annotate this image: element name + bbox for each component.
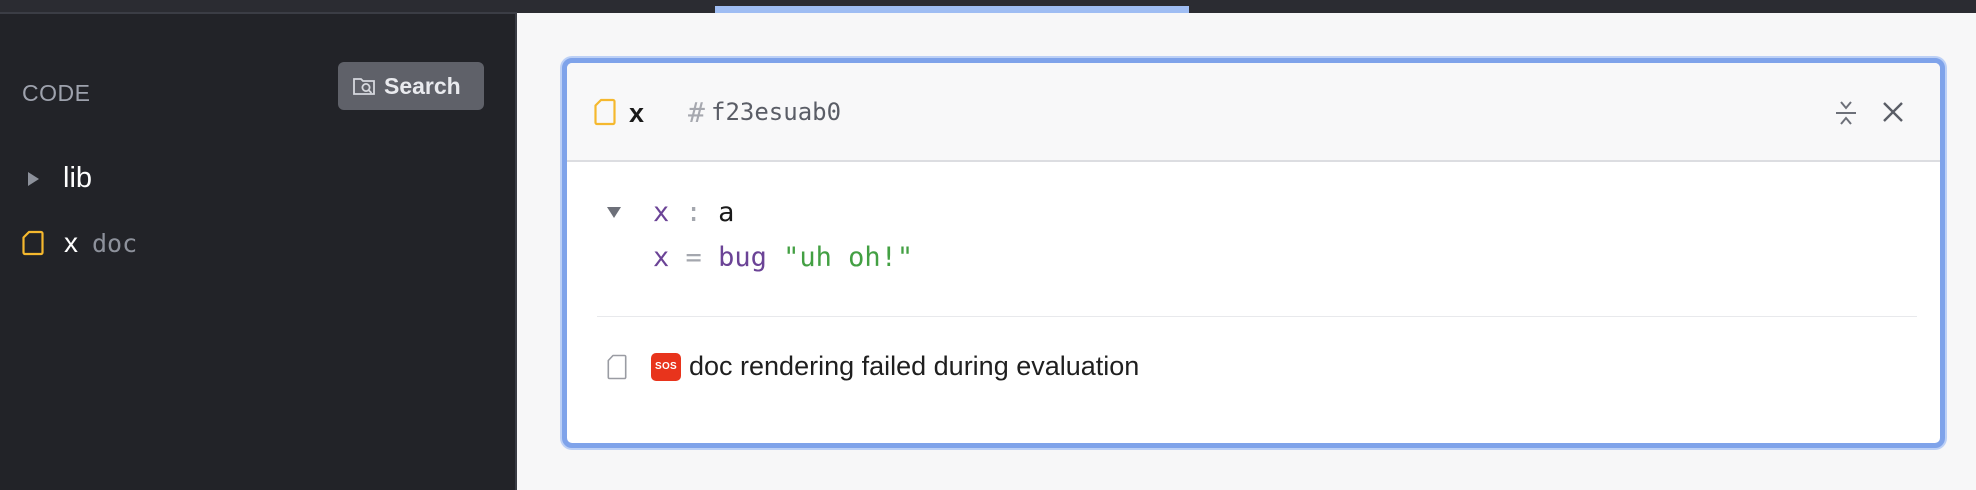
close-icon[interactable]: [1881, 100, 1905, 124]
active-tab-indicator[interactable]: [715, 6, 1189, 13]
doc-outline-icon: [607, 354, 627, 379]
app-window: CODE Search lib x doc x # f23esuab0 x: …: [0, 0, 1976, 490]
top-bar: [0, 0, 1976, 14]
sidebar-item-tag: doc: [92, 228, 138, 258]
divider: [597, 316, 1917, 317]
definition-card: x # f23esuab0 x : a x = bug "uh oh!" SOS…: [562, 58, 1945, 448]
fold-caret-icon[interactable]: [607, 207, 621, 218]
expand-caret-icon[interactable]: [28, 171, 39, 186]
search-folder-icon: [353, 78, 375, 95]
sidebar-item-label: x: [64, 227, 78, 258]
code-function[interactable]: bug: [718, 242, 767, 273]
search-button[interactable]: Search: [338, 62, 484, 110]
code-string: "uh oh!": [783, 242, 914, 273]
definition-line: x = bug "uh oh!": [653, 242, 913, 273]
signature-line: x : a: [653, 197, 734, 228]
code-type-separator: :: [685, 197, 702, 228]
code-equals: =: [685, 242, 702, 273]
sidebar-item-x[interactable]: x doc: [22, 227, 137, 259]
hash-symbol: #: [688, 96, 705, 129]
doc-icon: [22, 230, 44, 256]
collapse-icon[interactable]: [1833, 99, 1859, 127]
definition-hash[interactable]: f23esuab0: [711, 98, 841, 126]
code-type[interactable]: a: [718, 197, 734, 228]
doc-icon: [594, 98, 616, 126]
sidebar-item-lib[interactable]: lib: [22, 162, 92, 195]
definition-name: x: [629, 98, 645, 128]
doc-section: SOS doc rendering failed during evaluati…: [607, 351, 1139, 382]
code-identifier[interactable]: x: [653, 197, 669, 228]
doc-error-message: doc rendering failed during evaluation: [689, 351, 1140, 381]
sidebar: CODE Search lib x doc: [0, 14, 517, 490]
sidebar-item-label: lib: [63, 162, 93, 194]
sidebar-title: CODE: [22, 80, 91, 106]
sos-badge: SOS: [651, 352, 681, 381]
code-identifier[interactable]: x: [653, 242, 669, 273]
card-header: x # f23esuab0: [567, 63, 1940, 162]
search-button-label: Search: [384, 72, 461, 99]
